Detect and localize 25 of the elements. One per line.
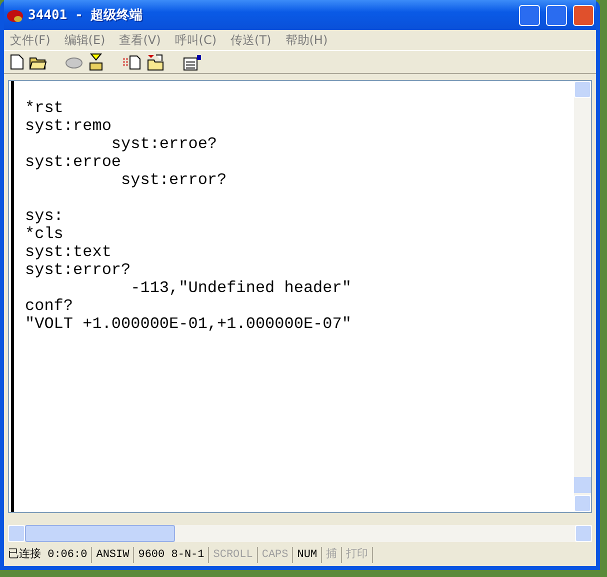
status-item: SCROLL [209,547,258,563]
close-button[interactable] [573,4,594,26]
menu-item[interactable]: 查看(V) [113,32,169,48]
receive-file-icon[interactable] [147,54,165,70]
status-item: ANSIW [92,547,134,563]
menu-item[interactable]: 文件(F) [4,32,58,48]
menu-item[interactable]: 编辑(E) [58,32,114,48]
status-item: 已连接 0:06:0 [4,547,92,563]
scrollbar-thumb[interactable] [25,525,175,542]
window-title: 34401 - 超级终端 [28,7,144,24]
document-icon[interactable] [10,54,24,70]
status-item: NUM [293,547,322,563]
maximize-button[interactable] [546,4,567,26]
properties-icon[interactable] [183,54,202,70]
status-item: 打印 [342,547,374,563]
menu-item[interactable]: 帮助(H) [279,32,336,48]
menu-item[interactable]: 呼叫(C) [168,32,225,48]
status-item: 9600 8-N-1 [134,547,210,563]
send-file-icon[interactable] [122,54,142,70]
minimize-button[interactable] [519,4,540,26]
status-item: 捕 [322,547,342,563]
scrollbar-thumb[interactable] [574,477,591,493]
status-item: CAPS [258,547,294,563]
folder-icon[interactable] [29,54,47,70]
menu-item[interactable]: 传送(T) [224,32,280,48]
